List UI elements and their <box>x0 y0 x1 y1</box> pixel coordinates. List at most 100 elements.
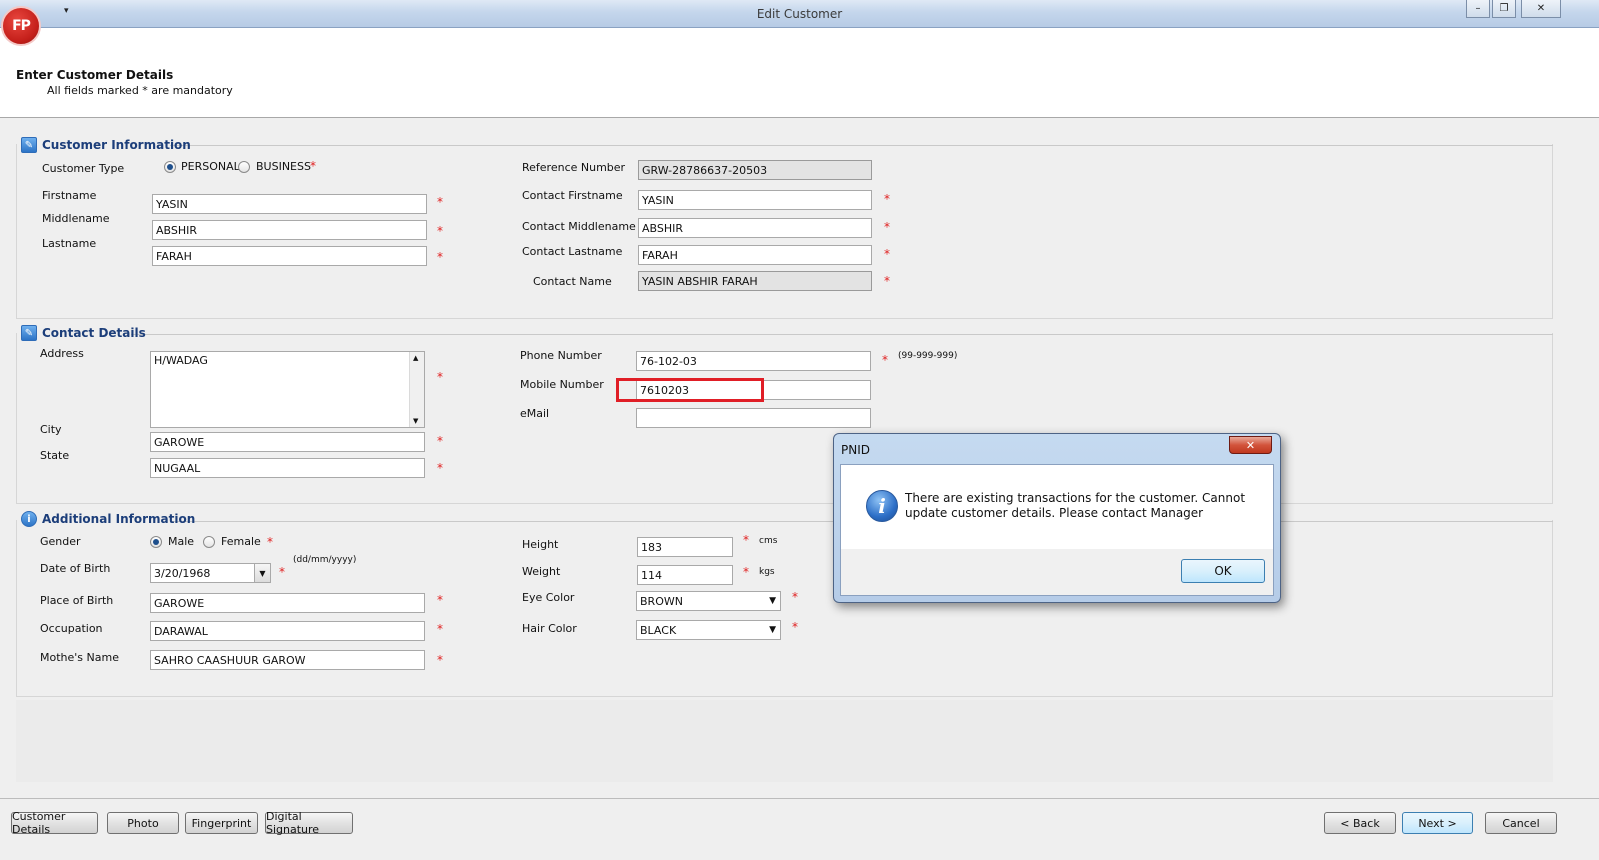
required-marker: * <box>884 274 890 288</box>
mother-name-input[interactable]: SAHRO CAASHUUR GAROW <box>150 650 425 670</box>
scroll-up-icon[interactable]: ▲ <box>413 354 418 362</box>
photo-button[interactable]: Photo <box>107 812 179 834</box>
highlight-annotation <box>616 378 764 402</box>
close-button[interactable]: ✕ <box>1521 0 1561 18</box>
hair-color-value: BLACK <box>640 624 677 637</box>
radio-male-label[interactable]: Male <box>168 535 194 548</box>
radio-personal[interactable] <box>164 161 176 173</box>
empty-panel <box>16 700 1553 782</box>
required-marker: * <box>267 535 273 549</box>
contact-lastname-input[interactable]: FARAH <box>638 245 872 265</box>
weight-input[interactable]: 114 <box>637 565 733 585</box>
place-of-birth-input[interactable]: GAROWE <box>150 593 425 613</box>
eye-color-select[interactable]: BROWN ▼ <box>636 591 781 611</box>
fingerprint-button[interactable]: Fingerprint <box>185 812 258 834</box>
occupation-label: Occupation <box>40 622 103 635</box>
radio-personal-label[interactable]: PERSONAL <box>181 160 240 173</box>
height-unit: cms <box>759 536 778 546</box>
group-title: Customer Information <box>42 138 191 152</box>
hair-color-label: Hair Color <box>522 622 577 635</box>
digital-signature-button[interactable]: Digital Signature <box>265 810 353 836</box>
city-label: City <box>40 423 62 436</box>
dob-format-hint: (dd/mm/yyyy) <box>293 555 357 565</box>
middlename-input[interactable]: ABSHIR <box>152 220 427 240</box>
required-marker: * <box>437 622 443 636</box>
lastname-input[interactable]: FARAH <box>152 246 427 266</box>
ok-button[interactable]: OK <box>1181 559 1265 583</box>
hair-color-select[interactable]: BLACK ▼ <box>636 620 781 640</box>
minimize-button[interactable]: – <box>1466 0 1490 18</box>
phone-format-hint: (99-999-999) <box>898 351 958 361</box>
contact-details-header: ✎ Contact Details <box>21 324 146 342</box>
window-title: Edit Customer <box>756 7 843 21</box>
contact-name-label: Contact Name <box>533 275 612 288</box>
required-marker: * <box>882 353 888 367</box>
contact-name-field: YASIN ABSHIR FARAH <box>638 271 872 291</box>
scroll-down-icon[interactable]: ▼ <box>413 417 418 425</box>
weight-label: Weight <box>522 565 561 578</box>
dob-picker[interactable]: 3/20/1968 ▼ <box>150 563 271 583</box>
chevron-down-icon[interactable]: ▼ <box>769 625 776 635</box>
required-marker: * <box>792 620 798 634</box>
address-textarea[interactable]: H/WADAG ▲ ▼ <box>150 351 425 428</box>
lastname-label: Lastname <box>42 237 97 250</box>
email-input[interactable] <box>636 408 871 428</box>
required-marker: * <box>437 434 443 448</box>
required-marker: * <box>792 590 798 604</box>
form-icon: ✎ <box>21 325 37 341</box>
mother-name-label: Mothe's Name <box>40 651 119 664</box>
radio-female-label[interactable]: Female <box>221 535 261 548</box>
contact-firstname-label: Contact Firstname <box>522 189 623 202</box>
city-input[interactable]: GAROWE <box>150 432 425 452</box>
reference-number-field: GRW-28786637-20503 <box>638 160 872 180</box>
height-input[interactable]: 183 <box>637 537 733 557</box>
required-marker: * <box>884 220 890 234</box>
mobile-number-label: Mobile Number <box>520 378 604 391</box>
radio-business-label[interactable]: BUSINESS <box>256 160 311 173</box>
message-dialog: PNID ✕ i There are existing transactions… <box>833 433 1281 603</box>
address-text: H/WADAG <box>154 354 208 367</box>
weight-unit: kgs <box>759 567 775 577</box>
required-marker: * <box>743 533 749 547</box>
customer-details-button[interactable]: Customer Details <box>11 810 98 836</box>
dialog-content: i There are existing transactions for th… <box>841 465 1273 549</box>
state-input[interactable]: NUGAAL <box>150 458 425 478</box>
dialog-title: PNID <box>841 443 870 457</box>
email-label: eMail <box>520 407 550 420</box>
customer-type-label: Customer Type <box>42 162 125 175</box>
calendar-dropdown-icon[interactable]: ▼ <box>254 564 270 582</box>
firstname-input[interactable]: YASIN <box>152 194 427 214</box>
radio-female[interactable] <box>203 536 215 548</box>
divider <box>170 145 1553 146</box>
middlename-label: Middlename <box>42 212 110 225</box>
contact-firstname-input[interactable]: YASIN <box>638 190 872 210</box>
occupation-input[interactable]: DARAWAL <box>150 621 425 641</box>
back-button[interactable]: < Back <box>1324 812 1396 834</box>
gender-label: Gender <box>40 535 81 548</box>
required-marker: * <box>437 195 443 209</box>
radio-business[interactable] <box>238 161 250 173</box>
app-logo-icon[interactable]: FP <box>1 6 41 46</box>
info-icon: i <box>21 511 37 527</box>
dob-label: Date of Birth <box>40 562 111 575</box>
chevron-down-icon[interactable]: ▼ <box>769 596 776 606</box>
footer-bar: Customer Details Photo Fingerprint Digit… <box>0 798 1599 860</box>
contact-middlename-input[interactable]: ABSHIR <box>638 218 872 238</box>
reference-number-label: Reference Number <box>522 161 626 174</box>
group-title: Additional Information <box>42 512 196 526</box>
address-scrollbar[interactable]: ▲ ▼ <box>409 352 424 427</box>
state-label: State <box>40 449 70 462</box>
address-label: Address <box>40 347 84 360</box>
group-title: Contact Details <box>42 326 146 340</box>
cancel-button[interactable]: Cancel <box>1485 812 1557 834</box>
dialog-close-button[interactable]: ✕ <box>1229 436 1272 454</box>
dob-value: 3/20/1968 <box>154 567 211 580</box>
required-marker: * <box>437 224 443 238</box>
radio-male[interactable] <box>150 536 162 548</box>
restore-button[interactable]: ❐ <box>1492 0 1516 18</box>
required-marker: * <box>437 250 443 264</box>
contact-middlename-label: Contact Middlename <box>522 220 636 233</box>
phone-number-input[interactable]: 76-102-03 <box>636 351 871 371</box>
next-button[interactable]: Next > <box>1402 812 1473 834</box>
page-subtitle: All fields marked * are mandatory <box>47 84 233 97</box>
